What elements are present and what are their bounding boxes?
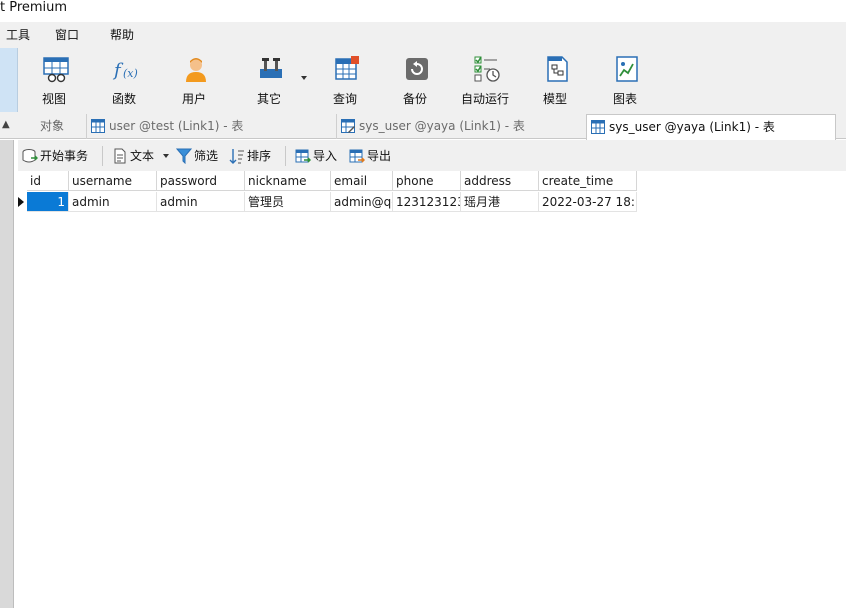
backup-button[interactable]: 备份 — [387, 48, 443, 112]
tools-icon — [260, 58, 282, 78]
auto-run-button-label: 自动运行 — [460, 92, 509, 106]
column-header-username[interactable]: username — [69, 171, 157, 191]
function-button[interactable]: f (x) 函数 — [96, 48, 152, 112]
query-icon — [335, 56, 359, 80]
backup-button-label: 备份 — [402, 92, 427, 106]
query-button[interactable]: 查询 — [317, 48, 373, 112]
model-button[interactable]: 模型 — [527, 48, 583, 112]
sort-button[interactable]: 排序 — [229, 146, 271, 166]
query-button-label: 查询 — [332, 92, 357, 106]
text-view-label: 文本 — [130, 149, 155, 163]
user-icon — [186, 58, 206, 82]
tab-bar: ▲ 对象 user @test (Link1) - 表 sys_user @ya… — [0, 112, 846, 140]
cell-phone[interactable]: 123123123 — [393, 192, 461, 212]
cell-nickname[interactable]: 管理员 — [245, 192, 331, 212]
chart-icon — [616, 56, 638, 82]
window-title: t Premium — [0, 0, 68, 15]
table-design-icon — [341, 119, 355, 133]
tab-user-test[interactable]: user @test (Link1) - 表 — [86, 114, 336, 139]
tab-label: sys_user @yaya (Link1) - 表 — [359, 119, 525, 133]
tab-objects[interactable]: 对象 — [18, 114, 86, 138]
toolbar-separator — [285, 146, 286, 166]
model-icon — [547, 56, 568, 82]
user-button[interactable]: 用户 — [166, 48, 222, 112]
function-icon: f (x) — [112, 60, 138, 81]
left-panel-strip — [0, 140, 14, 608]
svg-text:(x): (x) — [123, 67, 138, 80]
others-dropdown-caret[interactable] — [301, 76, 307, 80]
title-bar: t Premium — [0, 0, 846, 22]
ribbon-side-strip — [0, 48, 18, 112]
backup-icon — [406, 58, 428, 80]
export-button[interactable]: 导出 — [349, 146, 391, 166]
transaction-icon — [22, 149, 38, 163]
data-grid: id username password nickname email phon… — [14, 171, 846, 608]
auto-run-icon — [474, 56, 500, 82]
export-label: 导出 — [367, 149, 392, 163]
cell-address[interactable]: 瑶月港 — [461, 192, 539, 212]
toolbar-separator — [102, 146, 103, 166]
menu-tools[interactable]: 工具 — [6, 22, 30, 48]
view-button[interactable]: 视图 — [26, 48, 82, 112]
model-button-label: 模型 — [542, 92, 567, 106]
import-label: 导入 — [313, 149, 338, 163]
others-button-label: 其它 — [256, 92, 281, 106]
tab-sys-user-data[interactable]: sys_user @yaya (Link1) - 表 — [586, 114, 836, 140]
data-toolbar: 开始事务 文本 筛选 排序 导入 导出 — [18, 140, 846, 171]
column-header-password[interactable]: password — [157, 171, 245, 191]
column-header-id[interactable]: id — [27, 171, 69, 191]
begin-transaction-label: 开始事务 — [40, 149, 89, 163]
text-view-button[interactable]: 文本 — [112, 146, 154, 166]
export-icon — [349, 149, 365, 163]
table-icon — [591, 120, 605, 134]
auto-run-button[interactable]: 自动运行 — [457, 48, 513, 112]
view-button-label: 视图 — [41, 92, 66, 106]
others-button[interactable]: 其它 — [241, 48, 297, 112]
import-button[interactable]: 导入 — [295, 146, 337, 166]
tab-label: sys_user @yaya (Link1) - 表 — [609, 120, 775, 134]
collapse-arrow-icon[interactable]: ▲ — [2, 119, 10, 130]
begin-transaction-button[interactable]: 开始事务 — [22, 146, 88, 166]
table-icon — [91, 119, 105, 133]
current-row-indicator — [14, 192, 27, 212]
column-header-create-time[interactable]: create_time — [539, 171, 637, 191]
menu-help[interactable]: 帮助 — [110, 22, 134, 48]
column-header-phone[interactable]: phone — [393, 171, 461, 191]
tab-sys-user-design[interactable]: sys_user @yaya (Link1) - 表 — [336, 114, 586, 139]
text-document-icon — [114, 148, 126, 164]
chart-button-label: 图表 — [612, 92, 637, 106]
filter-label: 筛选 — [194, 149, 219, 163]
function-button-label: 函数 — [111, 92, 136, 106]
filter-button[interactable]: 筛选 — [176, 146, 218, 166]
menu-window[interactable]: 窗口 — [55, 22, 79, 48]
sort-label: 排序 — [247, 149, 272, 163]
column-header-nickname[interactable]: nickname — [245, 171, 331, 191]
chart-button[interactable]: 图表 — [597, 48, 653, 112]
sort-icon — [229, 149, 244, 164]
column-header-address[interactable]: address — [461, 171, 539, 191]
cell-password[interactable]: admin — [157, 192, 245, 212]
column-header-email[interactable]: email — [331, 171, 393, 191]
user-button-label: 用户 — [181, 92, 206, 106]
view-grid-icon — [43, 57, 69, 83]
cell-email[interactable]: admin@qq — [331, 192, 393, 212]
text-dropdown-caret[interactable] — [163, 154, 169, 158]
filter-icon — [176, 148, 192, 164]
cell-id[interactable]: 1 — [27, 192, 69, 212]
tab-label: user @test (Link1) - 表 — [109, 119, 244, 133]
cell-create-time[interactable]: 2022-03-27 18:1 — [539, 192, 637, 212]
import-icon — [295, 149, 311, 163]
ribbon-toolbar: 视图 f (x) 函数 用户 其它 查询 备份 自动运行 模型 图表 — [0, 48, 846, 112]
menu-bar: 工具 窗口 帮助 — [0, 22, 846, 48]
cell-username[interactable]: admin — [69, 192, 157, 212]
